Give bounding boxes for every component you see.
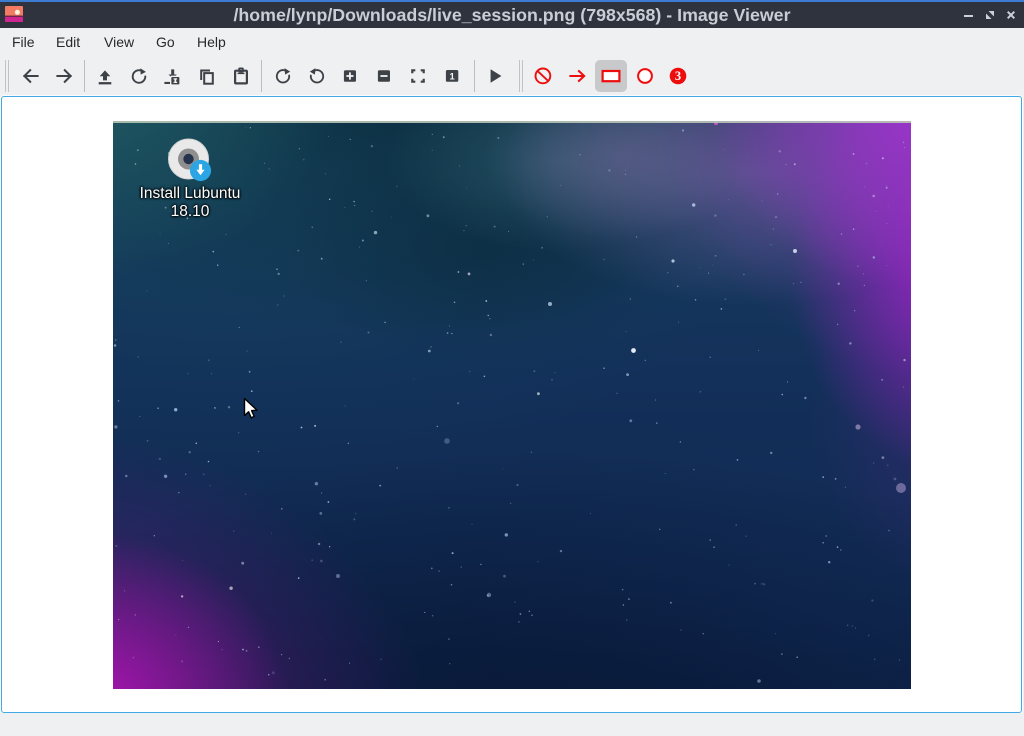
svg-text:1: 1 [449, 72, 455, 83]
svg-text:3: 3 [675, 69, 681, 83]
